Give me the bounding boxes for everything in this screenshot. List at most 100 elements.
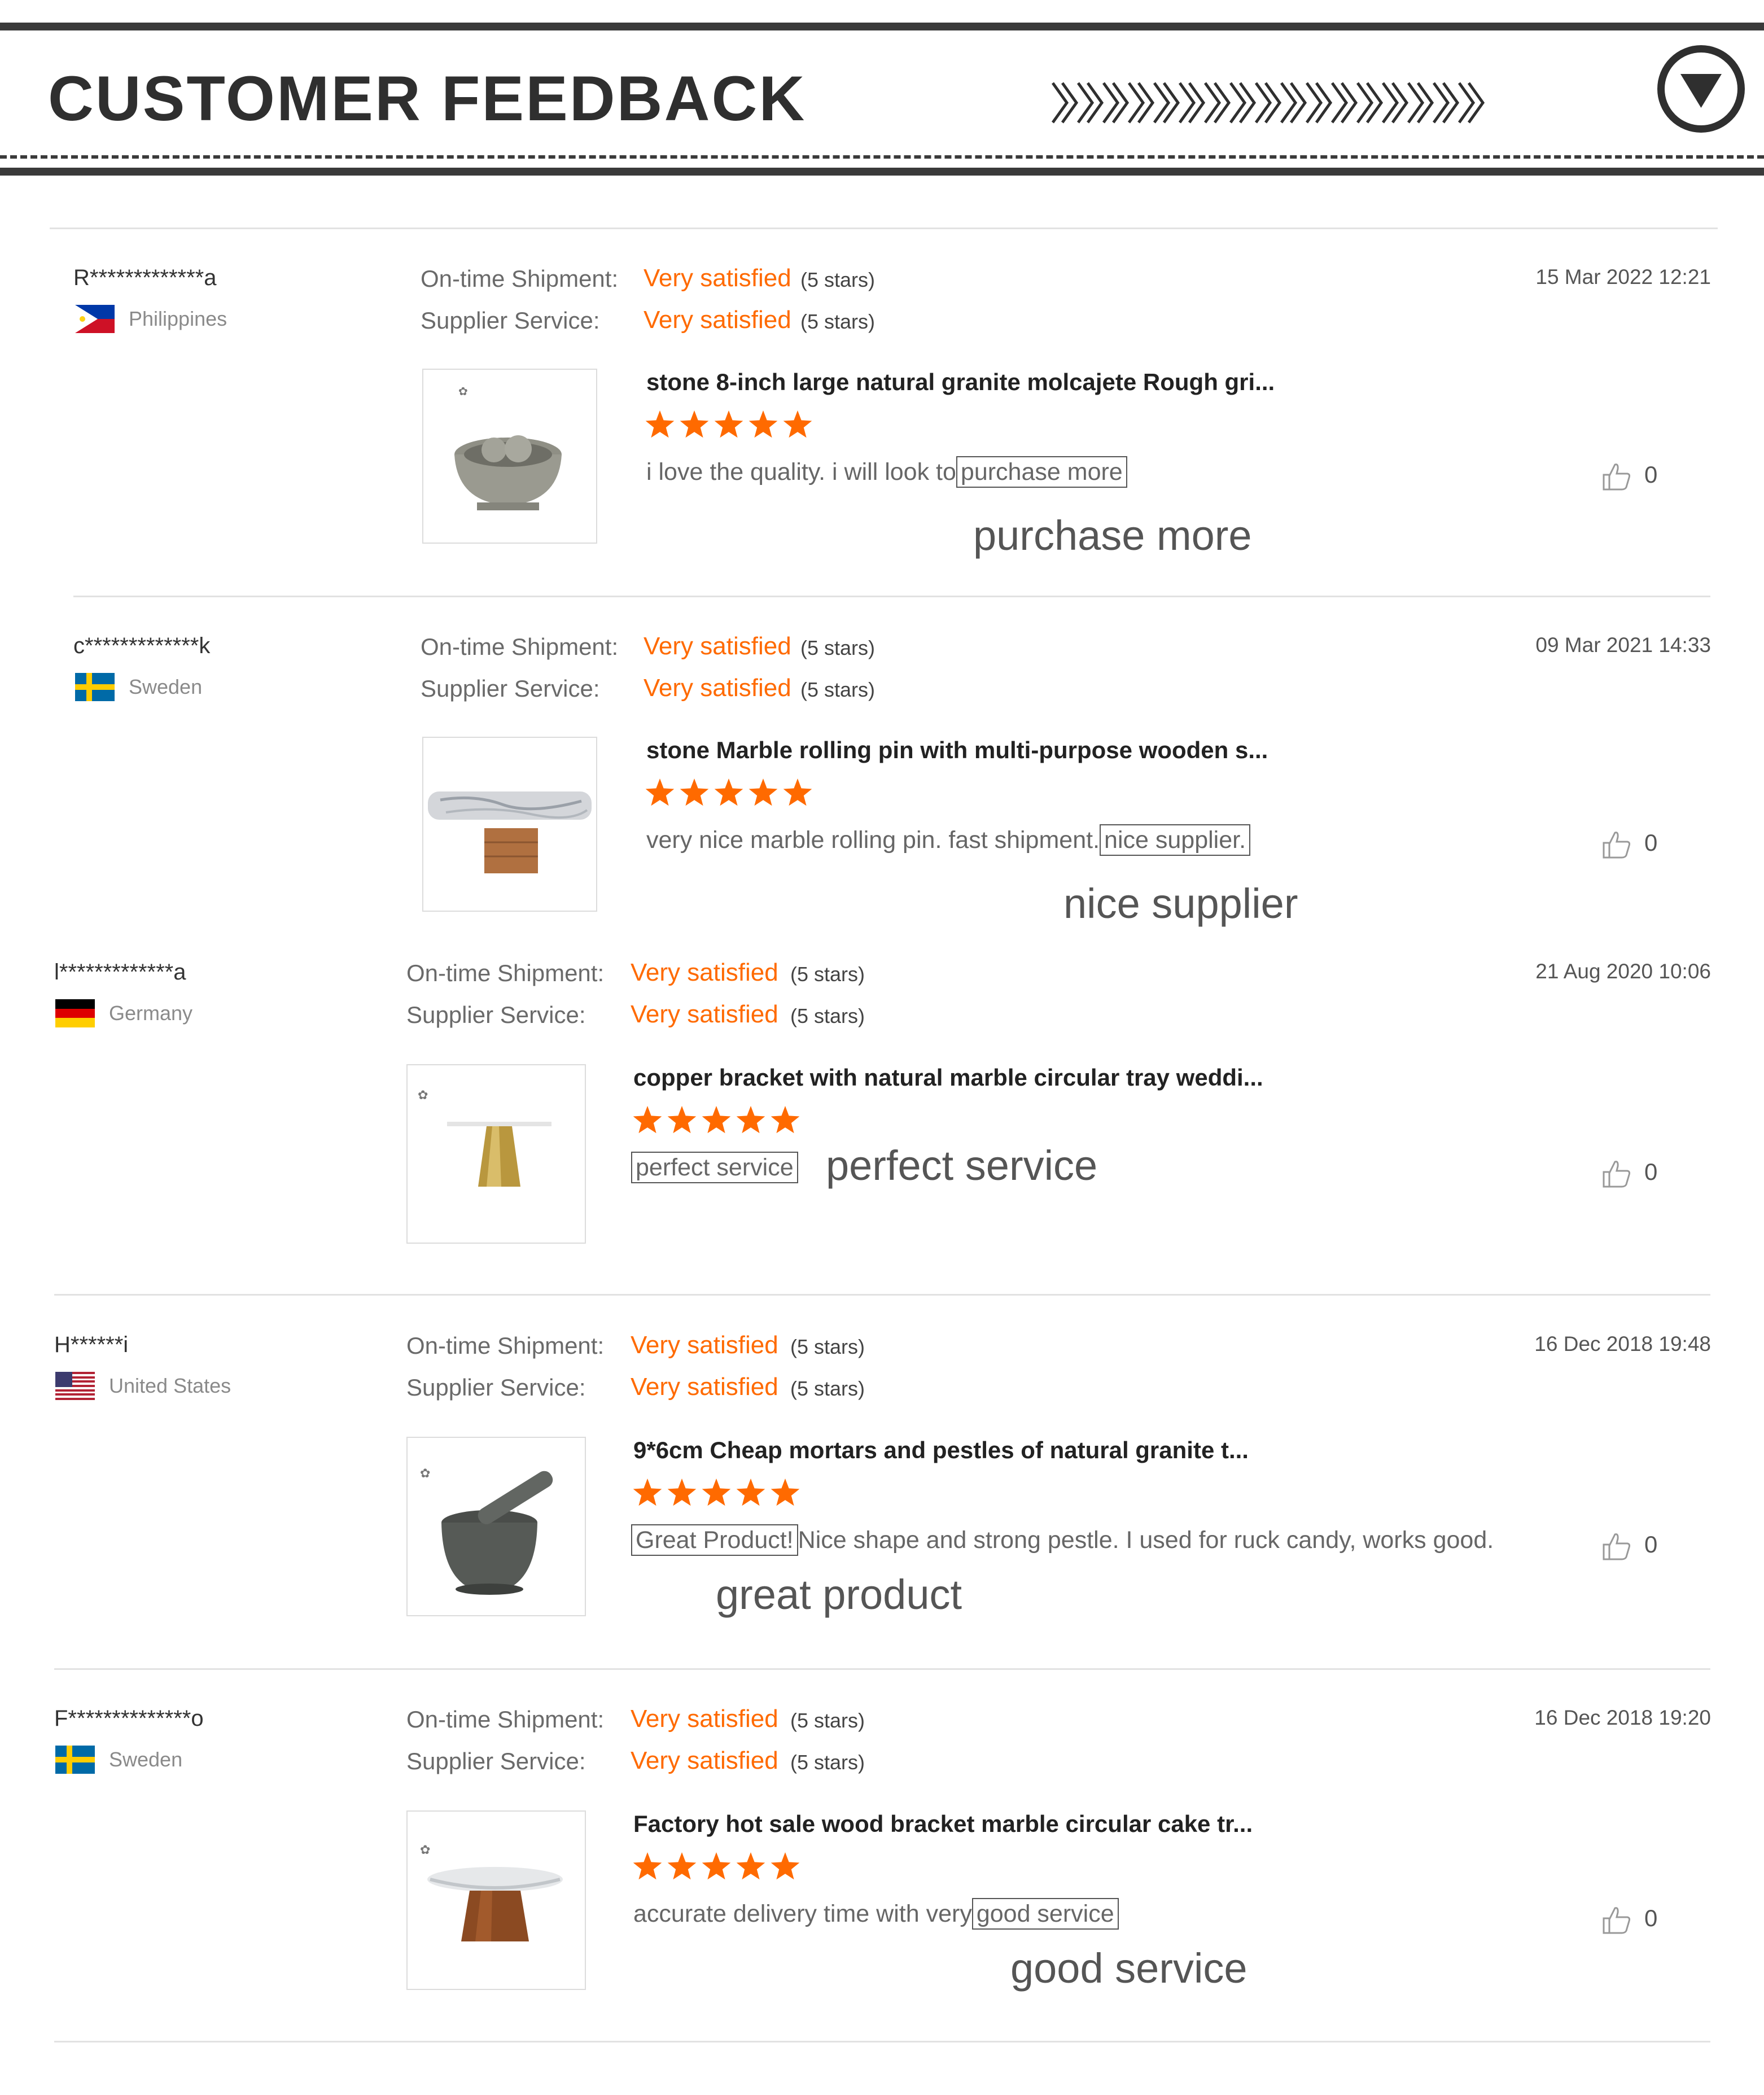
service-stars: (5 stars) bbox=[800, 310, 876, 333]
ontime-rating: Very satisfied bbox=[631, 959, 778, 986]
like-count: 0 bbox=[1644, 829, 1658, 856]
svg-text:✿: ✿ bbox=[420, 1466, 430, 1480]
flag-usa-icon bbox=[55, 1372, 95, 1400]
service-stars: (5 stars) bbox=[790, 1004, 865, 1027]
ontime-stars: (5 stars) bbox=[790, 1335, 865, 1358]
rating-stars bbox=[645, 409, 814, 445]
thumbs-up-icon bbox=[1603, 463, 1631, 491]
comment-highlight: Great Product! bbox=[631, 1524, 798, 1556]
review-divider bbox=[54, 1294, 1710, 1296]
service-rating: Very satisfied bbox=[631, 1373, 778, 1401]
product-name[interactable]: copper bracket with natural marble circu… bbox=[633, 1064, 1263, 1091]
like-button[interactable]: 0 bbox=[1600, 828, 1674, 862]
review-divider bbox=[54, 1668, 1710, 1670]
service-stars: (5 stars) bbox=[790, 1751, 865, 1774]
triangle-down-circle-icon[interactable] bbox=[1657, 45, 1745, 133]
review-item: l*************a Germany On-time Shipment… bbox=[0, 959, 1764, 1298]
review-date: 09 Mar 2021 14:33 bbox=[1535, 633, 1711, 657]
callout-text: perfect service bbox=[826, 1142, 1098, 1189]
like-button[interactable]: 0 bbox=[1600, 1904, 1674, 1937]
callout-text: nice supplier bbox=[1063, 880, 1298, 927]
ontime-label: On-time Shipment: bbox=[406, 1706, 605, 1733]
reviewer-name: c*************k bbox=[73, 633, 211, 658]
rating-stars bbox=[632, 1477, 802, 1513]
review-divider bbox=[54, 2041, 1710, 2042]
flag-sweden-icon bbox=[55, 1746, 95, 1774]
ontime-label: On-time Shipment: bbox=[406, 960, 605, 986]
service-stars: (5 stars) bbox=[800, 678, 876, 701]
product-thumbnail[interactable]: ✿ bbox=[406, 1064, 586, 1244]
like-count: 0 bbox=[1644, 1905, 1658, 1931]
review-date: 16 Dec 2018 19:48 bbox=[1534, 1332, 1711, 1355]
comment-highlight: purchase more bbox=[956, 456, 1127, 488]
product-name[interactable]: stone 8-inch large natural granite molca… bbox=[646, 369, 1275, 396]
flag-sweden-icon bbox=[75, 673, 115, 701]
ontime-rating: Very satisfied bbox=[631, 1705, 778, 1733]
service-label: Supplier Service: bbox=[421, 675, 600, 702]
service-label: Supplier Service: bbox=[406, 1748, 586, 1774]
ontime-label: On-time Shipment: bbox=[421, 265, 619, 292]
service-rating: Very satisfied bbox=[631, 1000, 778, 1028]
ontime-rating: Very satisfied bbox=[644, 632, 791, 660]
review-comment: accurate delivery time with very good ser… bbox=[633, 1898, 1119, 1930]
callout-text: great product bbox=[716, 1571, 962, 1618]
country-name: Philippines bbox=[129, 307, 227, 330]
rating-stars bbox=[632, 1851, 802, 1887]
rating-stars bbox=[645, 777, 814, 813]
like-button[interactable]: 0 bbox=[1600, 1530, 1674, 1564]
flag-germany-icon bbox=[55, 999, 95, 1027]
product-thumbnail[interactable] bbox=[422, 737, 597, 912]
product-thumbnail[interactable]: ✿ bbox=[406, 1437, 586, 1616]
reviewer-name: F**************o bbox=[54, 1706, 204, 1731]
comment-highlight: good service bbox=[971, 1898, 1119, 1930]
review-divider bbox=[50, 228, 1718, 229]
like-button[interactable]: 0 bbox=[1600, 1157, 1674, 1191]
ontime-stars: (5 stars) bbox=[790, 1709, 865, 1732]
chevron-decoration bbox=[1050, 77, 1502, 131]
review-item: F**************o Sweden On-time Shipment… bbox=[0, 1705, 1764, 2045]
service-label: Supplier Service: bbox=[406, 1374, 586, 1401]
country-name: Germany bbox=[109, 1001, 193, 1025]
review-item: c*************k Sweden On-time Shipment:… bbox=[0, 632, 1764, 972]
thumbs-up-icon bbox=[1603, 1533, 1631, 1560]
product-name[interactable]: stone Marble rolling pin with multi-purp… bbox=[646, 737, 1268, 764]
like-count: 0 bbox=[1644, 1531, 1658, 1558]
ontime-stars: (5 stars) bbox=[800, 636, 876, 659]
product-thumbnail[interactable]: ✿ bbox=[406, 1810, 586, 1990]
review-divider bbox=[73, 596, 1710, 597]
service-stars: (5 stars) bbox=[790, 1377, 865, 1400]
flag-philippines-icon bbox=[75, 305, 115, 333]
service-rating: Very satisfied bbox=[631, 1747, 778, 1774]
country-name: Sweden bbox=[109, 1748, 183, 1771]
product-thumbnail[interactable]: ✿ bbox=[422, 369, 597, 544]
rating-stars bbox=[632, 1105, 802, 1140]
header-bottom-rule bbox=[0, 168, 1764, 176]
page-title: CUSTOMER FEEDBACK bbox=[48, 63, 807, 134]
review-item: R*************a Philippines On-time Ship… bbox=[0, 264, 1764, 604]
thumbs-up-icon bbox=[1603, 832, 1631, 859]
reviewer-name: R*************a bbox=[73, 265, 217, 290]
thumbs-up-icon bbox=[1603, 1907, 1631, 1934]
callout-text: purchase more bbox=[973, 512, 1252, 559]
like-button[interactable]: 0 bbox=[1600, 460, 1674, 494]
ontime-label: On-time Shipment: bbox=[406, 1332, 605, 1359]
ontime-rating: Very satisfied bbox=[631, 1331, 778, 1359]
callout-text: good service bbox=[1010, 1945, 1248, 1992]
comment-highlight: perfect service bbox=[631, 1152, 798, 1183]
review-date: 16 Dec 2018 19:20 bbox=[1534, 1706, 1711, 1729]
review-item: H******i United States On-time Shipment:… bbox=[0, 1331, 1764, 1671]
thumbs-up-icon bbox=[1603, 1161, 1631, 1188]
review-comment: i love the quality. i will look to purcha… bbox=[646, 456, 1127, 488]
ontime-rating: Very satisfied bbox=[644, 264, 791, 292]
like-count: 0 bbox=[1644, 1158, 1658, 1185]
header-dashed-rule bbox=[0, 155, 1764, 159]
review-comment: very nice marble rolling pin. fast shipm… bbox=[646, 824, 1251, 856]
reviewer-name: H******i bbox=[54, 1332, 129, 1357]
service-label: Supplier Service: bbox=[406, 1001, 586, 1028]
product-name[interactable]: 9*6cm Cheap mortars and pestles of natur… bbox=[633, 1437, 1249, 1464]
svg-text:✿: ✿ bbox=[418, 1088, 428, 1102]
review-date: 15 Mar 2022 12:21 bbox=[1535, 265, 1711, 288]
svg-text:✿: ✿ bbox=[458, 386, 468, 398]
product-name[interactable]: Factory hot sale wood bracket marble cir… bbox=[633, 1810, 1253, 1838]
service-rating: Very satisfied bbox=[644, 306, 791, 334]
